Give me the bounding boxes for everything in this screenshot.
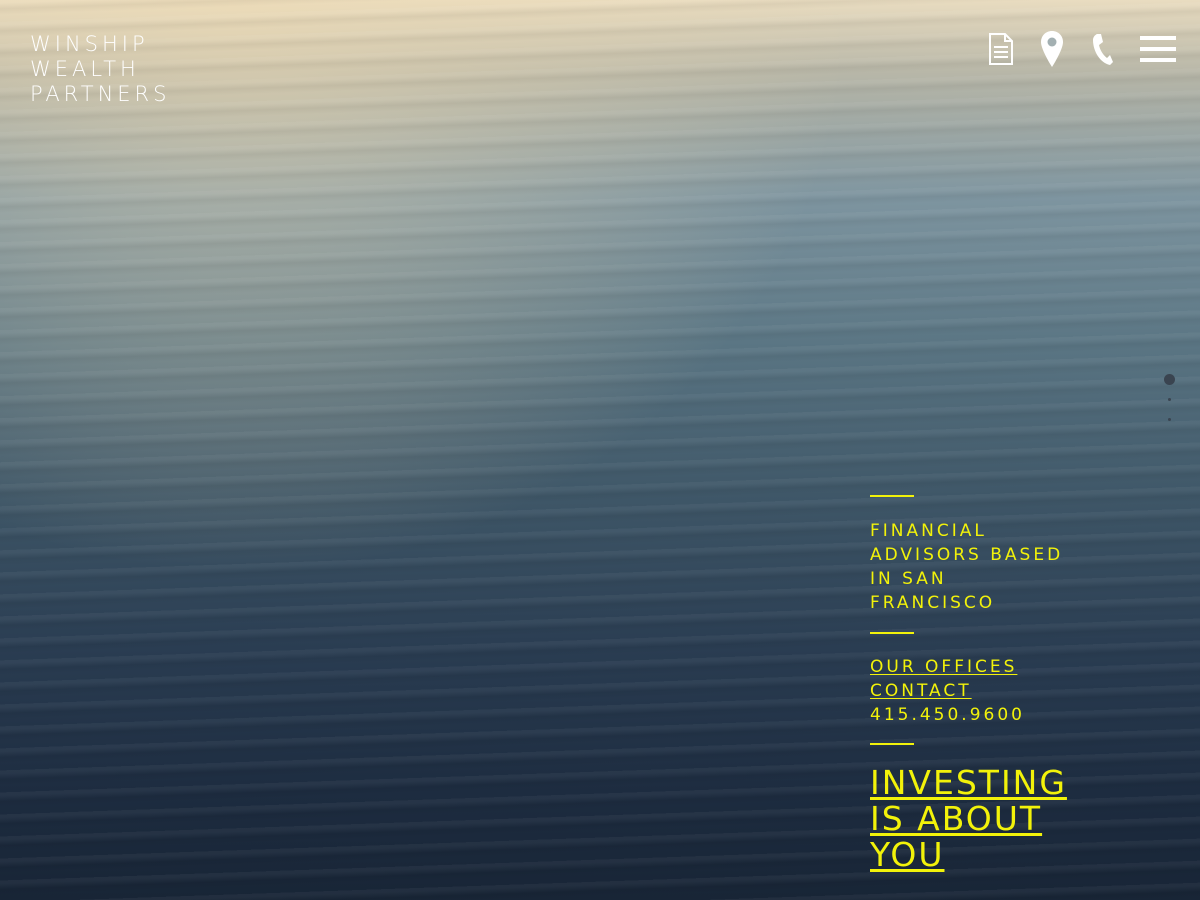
- headline: INVESTING IS ABOUT YOU: [870, 765, 1110, 873]
- hamburger-menu-icon[interactable]: [1140, 33, 1176, 65]
- tagline: FINANCIAL ADVISORS BASED IN SAN FRANCISC…: [870, 521, 1064, 613]
- headline-link[interactable]: INVESTING IS ABOUT YOU: [870, 763, 1067, 874]
- contact-link[interactable]: CONTACT: [870, 679, 972, 703]
- slide-dot[interactable]: [1168, 398, 1171, 401]
- document-icon[interactable]: [988, 33, 1014, 65]
- top-navigation: [962, 30, 1176, 68]
- phone-icon[interactable]: [1090, 32, 1114, 66]
- contact-links: OUR OFFICES CONTACT 415.450.9600: [870, 655, 1170, 727]
- brand-logo[interactable]: WINSHIP WEALTH PARTNERS: [30, 32, 170, 107]
- divider: [870, 632, 914, 634]
- logo-line-2: WEALTH: [30, 57, 140, 81]
- logo-line-3: PARTNERS: [30, 82, 171, 106]
- our-offices-link[interactable]: OUR OFFICES: [870, 655, 1017, 679]
- intro-panel: FINANCIAL ADVISORS BASED IN SAN FRANCISC…: [870, 495, 1170, 873]
- divider: [870, 743, 914, 745]
- divider: [870, 495, 914, 497]
- phone-number: 415.450.9600: [870, 705, 1025, 725]
- slide-dot[interactable]: [1168, 418, 1171, 421]
- logo-line-1: WINSHIP: [30, 32, 149, 56]
- slide-dot-active[interactable]: [1164, 374, 1175, 385]
- location-pin-icon[interactable]: [1040, 30, 1064, 68]
